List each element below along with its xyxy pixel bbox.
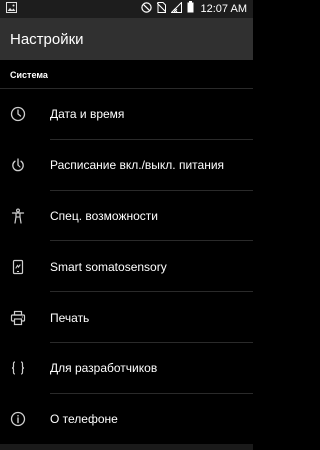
list-item-label: Спец. возможности <box>50 208 158 223</box>
list-item-developer-options[interactable]: Для разработчиков <box>0 343 253 394</box>
accessibility-icon <box>9 207 27 225</box>
clock-icon <box>9 105 27 123</box>
list-item-print[interactable]: Печать <box>0 292 253 343</box>
signal-icon <box>169 0 182 18</box>
app-bar: Настройки <box>0 18 253 60</box>
image-icon <box>6 0 17 18</box>
list-item-date-time[interactable]: Дата и время <box>0 89 253 140</box>
list-item-label: Smart somatosensory <box>50 259 167 274</box>
list-item-label: Для разработчиков <box>50 361 158 376</box>
bottom-edge <box>0 444 253 450</box>
print-icon <box>9 309 27 327</box>
gesture-phone-icon <box>9 258 27 276</box>
list-item-label: Дата и время <box>50 107 125 122</box>
info-icon <box>9 410 27 428</box>
battery-icon <box>187 0 194 18</box>
list-item-label: О телефоне <box>50 412 118 427</box>
status-bar: 12:07 AM <box>0 0 253 18</box>
dnd-icon <box>140 0 152 18</box>
section-header-system: Система <box>10 70 48 80</box>
list-item-smart-somatosensory[interactable]: Smart somatosensory <box>0 241 253 293</box>
list-item-accessibility[interactable]: Спец. возможности <box>0 191 253 242</box>
list-item-power-schedule[interactable]: Расписание вкл./выкл. питания <box>0 140 253 191</box>
status-time: 12:07 AM <box>200 3 247 15</box>
no-sim-icon <box>156 0 166 18</box>
settings-list: Система Дата и время Расписание вкл./вык… <box>0 60 253 450</box>
list-item-label: Расписание вкл./выкл. питания <box>50 158 225 173</box>
list-item-label: Печать <box>50 310 90 325</box>
power-schedule-icon <box>9 156 27 174</box>
page-title: Настройки <box>10 30 84 48</box>
developer-braces-icon <box>9 359 27 377</box>
list-item-about-phone[interactable]: О телефоне <box>0 394 253 445</box>
